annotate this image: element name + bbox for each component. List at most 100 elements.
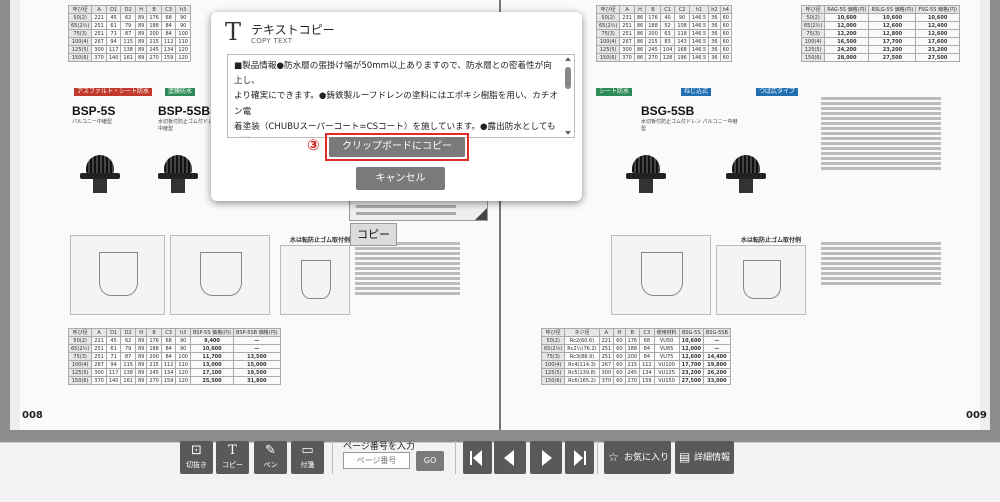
table-cell: 使用材料 xyxy=(653,328,680,337)
table-cell: 89 xyxy=(134,21,148,30)
go-button[interactable]: GO xyxy=(416,451,444,471)
table-cell: 245 xyxy=(645,45,661,54)
table-cell: 50(2) xyxy=(595,13,621,22)
table-cell: 159 xyxy=(160,53,177,62)
table-cell: h2 xyxy=(708,5,721,14)
table-cell: 200 xyxy=(146,352,162,361)
parts-table xyxy=(821,240,941,287)
table-cell: 12,600 xyxy=(915,29,960,38)
copy-text-area[interactable]: ■製品情報●防水層の張掛け幅が50mm以上ありますので、防水層との密着性が向上し… xyxy=(227,54,575,138)
table-cell: 呼び径 xyxy=(540,328,566,337)
table-row: 150(6) 370 140 161 89 270 159 120 25,500 31,800 xyxy=(67,376,281,385)
scroll-down-icon[interactable] xyxy=(565,131,571,135)
table-cell: 100(4) xyxy=(800,37,826,46)
cancel-button[interactable]: キャンセル xyxy=(356,167,445,190)
table-cell: h3 xyxy=(175,5,191,14)
table-cell: 150(6) xyxy=(540,376,566,385)
table-row: 100(4) 267 94 115 89 215 112 110 xyxy=(67,37,191,46)
table-cell: 23,200 xyxy=(868,45,917,54)
copy-text-content[interactable]: ■製品情報●防水層の張掛け幅が50mm以上ありますので、防水層との密着性が向上し… xyxy=(234,59,560,137)
table-cell: 140 xyxy=(105,376,122,385)
table-row: 100(4) 16,500 17,700 17,600 xyxy=(800,37,960,46)
model-description: 水切板付防止ゴム付ドレン パルコニー中継型 xyxy=(641,119,738,132)
table-cell: 89 xyxy=(134,13,148,22)
drain-product-image xyxy=(80,155,120,195)
table-cell: 134 xyxy=(639,368,655,377)
drawing-title: 水は転防止ゴム取付例 xyxy=(741,237,802,244)
scroll-up-icon[interactable] xyxy=(565,57,571,61)
table-cell: h1 xyxy=(688,5,710,14)
favorites-label: お気に入り xyxy=(624,453,670,463)
table-cell: 89 xyxy=(134,336,148,345)
crop-tool-button[interactable]: ⊡ 切抜き xyxy=(180,441,213,474)
table-cell: 251 xyxy=(598,344,615,353)
table-cell: 90 xyxy=(175,13,191,22)
table-cell: 100(4) xyxy=(595,37,621,46)
spec-table-top-right: 呼び径 A H B C1 C2 h1 h2 h4 50(2) 231 86 176 40 90 146.5 36… xyxy=(595,5,732,62)
category-tag: 塗膜防水 xyxy=(165,88,196,96)
table-cell: 62 xyxy=(120,13,136,22)
table-cell: 112 xyxy=(639,360,655,369)
details-button[interactable]: ▤ 詳細情報 xyxy=(675,441,734,474)
table-cell: 25,500 xyxy=(189,376,235,385)
table-cell: 86 xyxy=(633,53,647,62)
table-row: 50(2) 221 45 62 89 176 68 90 xyxy=(67,13,191,22)
table-cell: 200 xyxy=(645,29,661,38)
text-copy-dialog: T テキストコピー COPY TEXT ■製品情報●防水層の張掛け幅が50mm以… xyxy=(211,12,582,201)
table-cell: 146.5 xyxy=(688,37,710,46)
table-cell: 221 xyxy=(91,13,107,22)
table-cell: 370 xyxy=(91,376,107,385)
table-cell: 12,800 xyxy=(868,29,917,38)
text-scrollbar[interactable] xyxy=(564,57,573,135)
table-cell: 300 xyxy=(91,45,107,54)
table-cell: 215 xyxy=(645,37,661,46)
table-cell: VU75 xyxy=(653,352,680,361)
page-number-input[interactable] xyxy=(343,452,410,469)
pen-tool-button[interactable]: ✎ ペン xyxy=(254,441,287,474)
table-cell: 188 xyxy=(146,344,162,353)
details-label: 詳細情報 xyxy=(694,453,731,463)
next-page-button[interactable] xyxy=(530,441,562,474)
technical-drawing xyxy=(611,235,711,315)
copy-tool-button[interactable]: T コピー xyxy=(216,441,249,474)
table-cell: 10,600 xyxy=(824,13,870,22)
copy-selection-label[interactable]: コピー xyxy=(350,223,397,246)
table-cell: A xyxy=(91,328,107,337)
table-cell: 9,400 xyxy=(189,336,235,345)
table-cell: BSG-5S xyxy=(678,328,704,337)
crop-icon: ⊡ xyxy=(191,443,202,458)
last-page-button[interactable] xyxy=(565,441,594,474)
table-cell: 134 xyxy=(160,45,177,54)
table-cell: 60 xyxy=(613,376,626,385)
table-cell: 86 xyxy=(633,45,647,54)
table-cell: 125(5) xyxy=(800,45,826,54)
model-name: BSG-5SB xyxy=(641,104,695,118)
table-cell: 75(3) xyxy=(595,29,621,38)
copy-to-clipboard-button[interactable]: クリップボードにコピー xyxy=(329,137,465,157)
table-cell: C2 xyxy=(674,5,690,14)
table-cell: 196 xyxy=(674,53,690,62)
table-cell: 251 xyxy=(91,344,107,353)
table-cell: 89 xyxy=(134,37,148,46)
table-cell: 12,000 xyxy=(824,21,870,30)
previous-page-button[interactable] xyxy=(494,441,526,474)
table-cell: 134 xyxy=(160,368,177,377)
table-row: 75(3) 251 86 200 63 118 146.5 36 60 xyxy=(595,29,732,38)
table-cell: Rc2½(76.2) xyxy=(564,344,600,353)
table-cell: 10,600 xyxy=(678,336,704,345)
table-cell: BSG-5SB xyxy=(702,328,731,337)
favorites-button[interactable]: ☆ お気に入り xyxy=(604,441,671,474)
first-page-button[interactable] xyxy=(463,441,492,474)
table-cell: 300 xyxy=(91,368,107,377)
table-cell: 84 xyxy=(160,352,177,361)
table-cell: 12,600 xyxy=(868,21,917,30)
table-cell: 10,600 xyxy=(868,13,917,22)
table-cell: C3 xyxy=(160,5,177,14)
tool-label: 付箋 xyxy=(300,461,315,469)
table-row: 65(2½) 251 86 188 52 108 146.5 36 60 xyxy=(595,21,732,30)
table-cell: BSP-5SB 価格(円) xyxy=(233,328,281,337)
table-cell: 71 xyxy=(105,352,122,361)
sticky-note-tool-button[interactable]: ▭ 付箋 xyxy=(291,441,324,474)
table-cell: 138 xyxy=(120,45,136,54)
scroll-thumb[interactable] xyxy=(565,67,571,89)
